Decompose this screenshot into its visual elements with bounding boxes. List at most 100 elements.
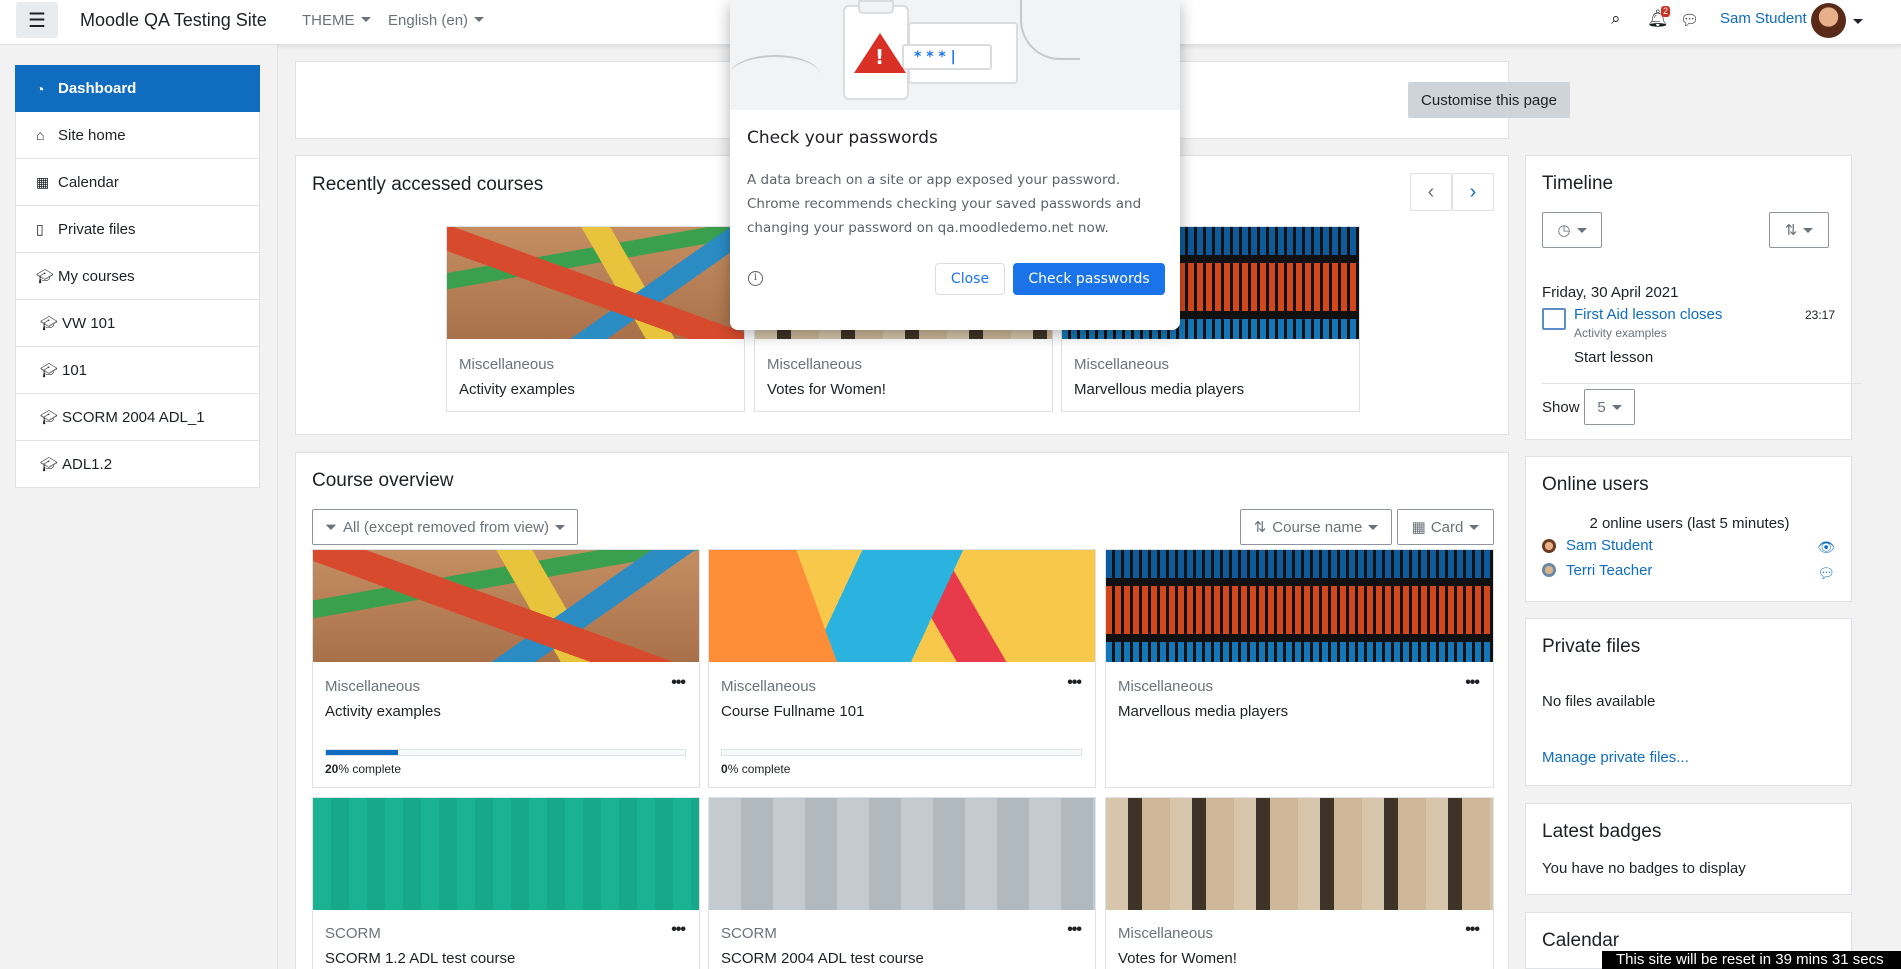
- info-icon[interactable]: i: [748, 271, 763, 286]
- theme-menu[interactable]: THEME: [302, 12, 371, 29]
- timeline-sort-dropdown[interactable]: ⇅: [1769, 212, 1829, 248]
- course-name[interactable]: Votes for Women!: [1118, 950, 1237, 967]
- sort-icon: ⇅: [1784, 222, 1798, 239]
- recent-courses-title: Recently accessed courses: [312, 174, 544, 195]
- timeline-filter-dropdown[interactable]: ◷: [1542, 212, 1602, 248]
- customise-page-button[interactable]: Customise this page: [1408, 82, 1570, 118]
- filter-icon: ⏷: [325, 518, 338, 536]
- manage-private-files-link[interactable]: Manage private files...: [1542, 749, 1689, 766]
- badges-empty: You have no badges to display: [1542, 860, 1746, 877]
- course-card[interactable]: Miscellaneous ••• Course Fullname 101 0%…: [708, 549, 1096, 788]
- timeline-action[interactable]: Start lesson: [1574, 349, 1653, 366]
- graduation-cap-icon: 🎓︎: [40, 361, 58, 378]
- graduation-cap-icon: 🎓︎: [40, 314, 58, 331]
- popup-title: Check your passwords: [747, 128, 938, 148]
- user-menu-name[interactable]: Sam Student: [1720, 10, 1807, 27]
- online-user-link[interactable]: Terri Teacher: [1566, 562, 1652, 579]
- course-name[interactable]: Course Fullname 101: [721, 703, 864, 720]
- password-field-icon: * * * |: [902, 44, 992, 70]
- avatar: [1542, 563, 1556, 577]
- grid-icon: ▦: [1411, 519, 1426, 536]
- nav-item-course-scorm2004[interactable]: 🎓︎ SCORM 2004 ADL_1: [15, 394, 260, 441]
- course-image[interactable]: [313, 550, 699, 662]
- course-card[interactable]: SCORM ••• SCORM 1.2 ADL test course: [312, 797, 700, 969]
- timeline-event-link[interactable]: First Aid lesson closes: [1574, 306, 1722, 323]
- decorative-swirl: [1020, 0, 1080, 60]
- nav-item-private-files[interactable]: ▯ Private files: [15, 206, 260, 253]
- course-category: Miscellaneous: [767, 356, 863, 373]
- course-card[interactable]: Miscellaneous ••• Activity examples 20% …: [312, 549, 700, 788]
- course-image[interactable]: [313, 798, 699, 910]
- course-category: Miscellaneous: [1074, 356, 1170, 373]
- course-name[interactable]: Activity examples: [459, 381, 575, 398]
- more-icon[interactable]: •••: [1465, 921, 1480, 939]
- nav-drawer: ◔ Dashboard ⌂ Site home ▦ Calendar ▯ Private…: [0, 45, 278, 969]
- course-card[interactable]: Miscellaneous ••• Marvellous media playe…: [1105, 549, 1494, 788]
- course-category: SCORM: [325, 925, 381, 942]
- warning-mark-icon: !: [875, 45, 885, 69]
- more-icon[interactable]: •••: [671, 921, 686, 939]
- online-user-link[interactable]: Sam Student: [1566, 537, 1653, 554]
- chevron-down-icon[interactable]: [1853, 19, 1863, 24]
- nav-item-course-adl12[interactable]: 🎓︎ ADL1.2: [15, 441, 260, 488]
- nav-item-my-courses[interactable]: 🎓︎ My courses: [15, 253, 260, 300]
- chevron-left-icon[interactable]: ‹: [1410, 173, 1452, 211]
- course-card[interactable]: Miscellaneous ••• Votes for Women!: [1105, 797, 1494, 969]
- course-category: SCORM: [721, 925, 777, 942]
- nav-item-course-101[interactable]: 🎓︎ 101: [15, 347, 260, 394]
- nav-item-course-vw101[interactable]: 🎓︎ VW 101: [15, 300, 260, 347]
- course-view-dropdown[interactable]: ▦ Card: [1397, 509, 1494, 545]
- calendar-title: Calendar: [1542, 930, 1620, 951]
- course-category: Miscellaneous: [1118, 925, 1214, 942]
- nav-item-calendar[interactable]: ▦ Calendar: [15, 159, 260, 206]
- more-icon[interactable]: •••: [1067, 921, 1082, 939]
- course-name[interactable]: Marvellous media players: [1118, 703, 1288, 720]
- timeline-date: Friday, 30 April 2021: [1542, 284, 1679, 301]
- language-menu[interactable]: English (en): [388, 12, 484, 29]
- course-name[interactable]: SCORM 2004 ADL test course: [721, 950, 924, 967]
- course-name[interactable]: Votes for Women!: [767, 381, 886, 398]
- course-image[interactable]: [1106, 550, 1493, 662]
- course-name[interactable]: Marvellous media players: [1074, 381, 1244, 398]
- check-passwords-button[interactable]: Check passwords: [1013, 263, 1165, 295]
- message-icon[interactable]: 💬︎: [1680, 11, 1699, 29]
- avatar[interactable]: [1811, 3, 1846, 38]
- course-image[interactable]: [447, 227, 744, 339]
- site-name[interactable]: Moodle QA Testing Site: [80, 10, 267, 31]
- course-name[interactable]: Activity examples: [325, 703, 441, 720]
- check-passwords-popup: * * * | ! Check your passwords A data br…: [730, 0, 1180, 330]
- timeline-event-time: 23:17: [1804, 308, 1835, 322]
- course-filter-dropdown[interactable]: ⏷ All (except removed from view): [312, 509, 578, 545]
- close-button[interactable]: Close: [935, 263, 1005, 295]
- latest-badges-title: Latest badges: [1542, 821, 1662, 842]
- course-category: Miscellaneous: [459, 356, 555, 373]
- nav-item-site-home[interactable]: ⌂ Site home: [15, 112, 260, 159]
- sort-icon: ⇅: [1253, 519, 1267, 536]
- more-icon[interactable]: •••: [1067, 674, 1082, 692]
- nav-item-dashboard[interactable]: ◔ Dashboard: [15, 65, 260, 112]
- dashboard-icon: ◔: [36, 80, 45, 97]
- more-icon[interactable]: •••: [1465, 674, 1480, 692]
- course-category: Miscellaneous: [325, 678, 421, 695]
- lesson-icon: [1542, 308, 1566, 330]
- course-card[interactable]: SCORM ••• SCORM 2004 ADL test course: [708, 797, 1096, 969]
- course-name[interactable]: SCORM 1.2 ADL test course: [325, 950, 515, 967]
- more-icon[interactable]: •••: [671, 674, 686, 692]
- notification-count-badge: 2: [1661, 6, 1671, 17]
- course-category: Miscellaneous: [721, 678, 817, 695]
- eye-icon[interactable]: 👁︎: [1817, 539, 1835, 556]
- course-image[interactable]: [709, 798, 1095, 910]
- recent-course-card[interactable]: Miscellaneous Activity examples: [446, 226, 745, 412]
- course-overview-title: Course overview: [312, 470, 454, 491]
- online-users-summary: 2 online users (last 5 minutes): [1589, 515, 1790, 532]
- message-icon[interactable]: 💬︎: [1817, 565, 1835, 582]
- search-icon[interactable]: ⌕: [1611, 9, 1621, 29]
- course-image[interactable]: [709, 550, 1095, 662]
- drawer-toggle-button[interactable]: ☰: [16, 2, 58, 38]
- online-users-title: Online users: [1542, 474, 1649, 495]
- course-image[interactable]: [1106, 798, 1493, 910]
- show-count-dropdown[interactable]: 5: [1584, 389, 1635, 425]
- clock-icon: ◷: [1557, 222, 1571, 239]
- chevron-right-icon[interactable]: ›: [1452, 173, 1494, 211]
- course-sort-dropdown[interactable]: ⇅ Course name: [1240, 509, 1392, 545]
